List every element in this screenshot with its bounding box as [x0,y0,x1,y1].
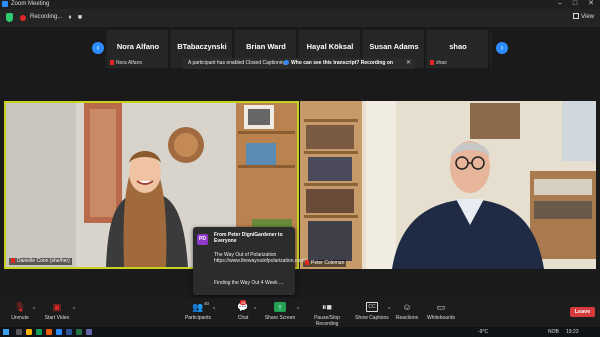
transcript-info-label: Who can see this transcript? Recording o… [291,60,393,66]
muted-mic-icon [110,60,114,65]
leave-button[interactable]: Leave [570,307,595,317]
recording-dot-icon [20,15,26,21]
video-frame-right [300,101,596,269]
participants-label: Participants [184,315,212,321]
unmute-label: Unmute [11,315,29,321]
video-name-text: Danielle Coon (she/her) [17,258,70,264]
muted-mic-icon [430,60,434,65]
pause-recording-icon[interactable]: ⏸ [66,14,74,22]
captions-notice: A participant has enabled Closed Caption… [182,58,415,69]
video-options-caret[interactable]: ^ [73,307,75,313]
unmute-button[interactable]: 🎙 Unmute [6,302,34,321]
participant-name: BTabaczynski [177,42,227,51]
recording-label: Recording... [30,14,63,20]
share-screen-label: Share Screen [264,315,296,321]
video-off-icon: ▣ [52,302,62,312]
share-screen-icon: ↑ [274,302,286,312]
participant-name: shao [449,42,467,51]
participant-sub-name: shao [436,60,447,66]
whiteboards-button[interactable]: ▭ Whiteboards [424,302,458,321]
chat-label: Chat [237,315,249,321]
word-icon[interactable] [66,329,72,335]
meeting-top-bar: Recording... ⏸ ■ View [0,9,600,27]
muted-mic-icon [11,258,15,263]
share-screen-button[interactable]: ↑ Share Screen [262,302,298,321]
pause-stop-recording-button[interactable]: ⏸■ Pause/Stop Recording [302,302,352,327]
teams-icon[interactable] [86,329,92,335]
os-taskbar: -9°C NOB 19:23 [0,327,600,337]
keyboard-language[interactable]: NOB [548,328,559,336]
video-name-text: Peter Coleman [311,260,345,266]
participant-name: Nora Alfano [116,42,160,51]
reactions-icon: ☺ [402,302,412,312]
info-icon [284,60,289,65]
excel-icon[interactable] [76,329,82,335]
participant-label: Nora Alfano [110,60,142,66]
grid-view-icon [573,13,580,19]
participants-count: 40 [204,301,210,306]
firefox-icon[interactable] [46,329,52,335]
video-name-label: Danielle Coon (she/her) [9,258,72,265]
pause-stop-icon: ⏸■ [322,302,332,312]
mic-muted-icon: 🎙 [14,302,26,312]
clock-time[interactable]: 19:23 [566,328,579,336]
share-options-caret[interactable]: ^ [297,307,299,313]
minimize-button[interactable]: – [553,0,567,9]
avatar: PD [197,234,208,245]
chat-message: The Way Out of Polarization https://www.… [214,252,306,264]
search-icon[interactable] [16,329,22,335]
show-captions-button[interactable]: CC Show Captions [355,302,389,321]
close-notice-button[interactable]: ✕ [406,58,411,69]
reactions-button[interactable]: ☺ Reactions [393,302,421,321]
participants-options-caret[interactable]: ^ [213,307,215,313]
participant-label: shao [430,60,447,66]
meeting-toolbar: 🎙 Unmute ^ ▣ Start Video ^ 👥 Participant… [0,298,600,327]
captions-notice-text: A participant has enabled Closed Caption… [188,60,287,66]
captions-options-caret[interactable]: ^ [388,307,390,313]
participants-icon: 👥 [192,302,204,312]
participant-tile[interactable]: shao shao [427,30,489,68]
zoom-logo-icon [2,1,8,7]
chat-sender: From Peter DigniGardener to Everyone [214,232,283,244]
window-title: Zoom Meeting [11,1,50,7]
maximize-button[interactable]: □ [568,0,582,9]
view-label: View [581,14,594,20]
whiteboards-label: Whiteboards [426,315,456,321]
participant-name: Hayal Köksal [306,42,354,51]
cc-icon: CC [366,302,378,312]
view-button[interactable]: View [573,13,594,20]
video-peter[interactable]: Peter Coleman [300,101,596,269]
participant-name: Brian Ward [246,42,286,51]
strip-prev-button[interactable]: ‹ [92,42,104,54]
reactions-label: Reactions [395,315,419,321]
chat-options-caret[interactable]: ^ [254,307,256,313]
start-video-label: Start Video [44,315,70,321]
strip-next-button[interactable]: › [496,42,508,54]
whiteboard-icon: ▭ [436,302,446,312]
weather-label: -9°C [478,329,489,335]
participant-tile[interactable]: Nora Alfano Nora Alfano [107,30,169,68]
chat-unread-badge: 18 [240,300,247,305]
security-shield-icon[interactable] [6,13,13,22]
video-name-label: Peter Coleman [303,260,347,267]
windows-start-icon[interactable] [3,329,9,335]
pause-recording-label: Pause/Stop Recording [314,315,340,327]
close-window-button[interactable]: ✕ [584,0,598,9]
participant-name: Susan Adams [369,42,419,51]
participant-sub-name: Nora Alfano [116,60,143,66]
chat-notification-popup[interactable]: PD From Peter DigniGardener to Everyone … [193,227,306,295]
transcript-info-link[interactable]: Who can see this transcript? Recording o… [284,58,393,69]
captions-label: Show Captions [355,315,389,321]
audio-options-caret[interactable]: ^ [33,307,35,313]
zoom-taskbar-icon[interactable] [56,329,62,335]
stop-recording-icon[interactable]: ■ [76,14,84,22]
file-explorer-icon[interactable] [26,329,32,335]
chat-message-second: Finding the Way Out 4 Week ... [214,280,284,286]
title-bar: Zoom Meeting – □ ✕ [0,0,600,9]
chrome-icon[interactable] [36,329,42,335]
chat-button[interactable]: 💬 Chat 18 [232,300,254,321]
start-video-button[interactable]: ▣ Start Video [40,302,74,321]
